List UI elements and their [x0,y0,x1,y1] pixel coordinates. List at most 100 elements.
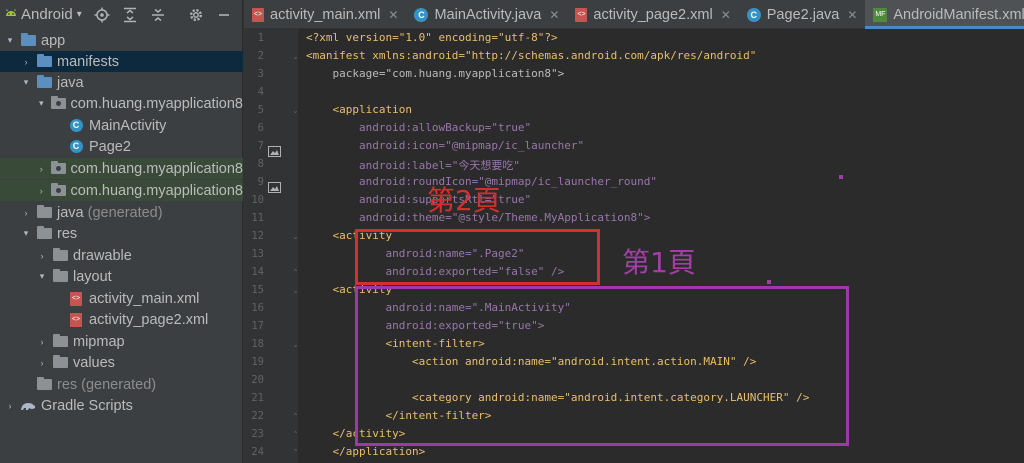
tree-item-manifests[interactable]: › manifests [0,51,243,72]
chevron-down-icon[interactable]: ▾ [36,271,48,282]
line-number-gutter[interactable]: 1 2 3 4 5 6 7 8 9 10 11 12 13 14 15 16 1… [244,29,300,463]
tab-mainactivity-java[interactable]: C MainActivity.java ✕ [406,0,567,29]
line-number: 11 [251,212,264,224]
fold-icon[interactable]: ⌃ [291,412,300,421]
package-icon [50,161,66,176]
gear-icon[interactable] [188,7,204,23]
chevron-right-icon[interactable]: › [20,208,32,218]
chevron-down-icon[interactable]: ▾ [20,228,32,239]
tree-item-label: java [57,74,84,91]
code-line[interactable]: android:label="今天想要吃" [306,157,520,173]
tree-item-label: Gradle Scripts [41,397,133,414]
tab-page2-java[interactable]: C Page2.java ✕ [739,0,866,29]
folder-icon [52,269,68,284]
image-icon[interactable] [268,178,282,193]
tree-item-package[interactable]: ▾ com.huang.myapplication8 [0,93,243,114]
tab-label: AndroidManifest.xml [893,6,1024,23]
tree-item-package-test[interactable]: › com.huang.myapplication8 [0,180,243,201]
chevron-right-icon[interactable]: › [20,57,32,67]
fold-icon[interactable]: ⌄ [291,340,300,349]
tree-item-mainactivity[interactable]: C MainActivity [0,115,243,136]
code-line[interactable]: android:icon="@mipmap/ic_launcher" [306,139,584,152]
line-number: 7 [257,140,264,152]
project-view-title: Android [21,6,73,23]
tree-item-suffix: (generated) [87,204,163,221]
code-editor[interactable]: 1 2 3 4 5 6 7 8 9 10 11 12 13 14 15 16 1… [244,29,1024,463]
chevron-down-icon[interactable]: ▾ [20,77,32,88]
code-line[interactable]: android:allowBackup="true" [306,121,531,134]
class-icon: C [68,140,84,154]
close-icon[interactable]: ✕ [549,8,559,22]
tree-item-label: drawable [73,247,132,264]
chevron-right-icon[interactable]: › [4,401,16,411]
fold-icon[interactable]: ⌄ [291,106,300,115]
chevron-right-icon[interactable]: › [36,337,48,347]
fold-icon[interactable]: ⌄ [291,286,300,295]
tree-item-label: com.huang.myapplication8 [70,160,244,177]
expand-all-icon[interactable] [122,7,138,23]
image-icon[interactable] [268,142,282,157]
close-icon[interactable]: ✕ [388,8,398,22]
line-number: 8 [257,158,264,170]
close-icon[interactable]: ✕ [847,8,857,22]
tree-item-values[interactable]: › values [0,352,243,373]
code-line[interactable]: <application [306,103,411,116]
line-number: 10 [251,194,264,206]
annotation-label-page1: 第1頁 [622,246,696,279]
tree-item-package-androidtest[interactable]: › com.huang.myapplication8 [0,158,243,179]
code-line[interactable]: package="com.huang.myapplication8"> [306,67,564,80]
tree-item-res[interactable]: ▾ res [0,223,243,244]
tree-item-app[interactable]: ▾ app [0,30,243,51]
fold-icon[interactable]: ⌃ [291,268,300,277]
line-number: 16 [251,302,264,314]
tree-item-label: com.huang.myapplication8 [70,95,244,112]
chevron-down-icon: ▾ [76,9,82,20]
tree-item-activity-page2-xml[interactable]: <> activity_page2.xml [0,309,243,330]
close-icon[interactable]: ✕ [721,8,731,22]
project-toolbar: Android ▾ [0,0,243,29]
tree-item-label: res [57,225,78,242]
chevron-right-icon[interactable]: › [36,251,48,261]
tree-item-gradle-scripts[interactable]: › Gradle Scripts [0,395,243,416]
chevron-down-icon[interactable]: ▾ [36,98,47,109]
collapse-all-icon[interactable] [150,7,166,23]
xml-file-icon: <> [575,7,588,22]
tree-item-label: Page2 [89,138,131,155]
line-number: 6 [257,122,264,134]
fold-icon[interactable]: ⌃ [291,448,300,457]
tree-item-java[interactable]: ▾ java [0,72,243,93]
tree-item-mipmap[interactable]: › mipmap [0,331,243,352]
generated-folder-icon [36,205,52,220]
code-line[interactable]: <manifest xmlns:android="http://schemas.… [306,49,756,62]
minimize-icon[interactable] [216,7,232,23]
tree-item-label: layout [73,268,112,285]
tree-item-activity-main-xml[interactable]: <> activity_main.xml [0,288,243,309]
tab-activity-main-xml[interactable]: <> activity_main.xml ✕ [244,0,406,29]
tree-item-layout[interactable]: ▾ layout [0,266,243,287]
tree-item-java-generated[interactable]: › java (generated) [0,202,243,223]
chevron-right-icon[interactable]: › [36,164,47,174]
tree-item-res-generated[interactable]: res (generated) [0,374,243,395]
tab-androidmanifest-xml[interactable]: MF AndroidManifest.xml ✕ [865,0,1024,29]
chevron-down-icon[interactable]: ▾ [4,35,16,46]
line-number: 23 [251,428,264,440]
locate-icon[interactable] [94,7,110,23]
chevron-right-icon[interactable]: › [36,358,48,368]
tree-item-label: values [73,354,115,371]
line-number: 15 [251,284,264,296]
code-line[interactable]: </application> [306,445,425,458]
package-icon [50,96,66,111]
project-view-selector[interactable]: Android ▾ [4,6,82,23]
tree-item-label: com.huang.myapplication8 [70,182,244,199]
code-line[interactable]: <?xml version="1.0" encoding="utf-8"?> [306,31,558,44]
tab-activity-page2-xml[interactable]: <> activity_page2.xml ✕ [567,0,738,29]
xml-file-icon: <> [252,7,264,22]
tree-item-page2[interactable]: C Page2 [0,136,243,157]
fold-icon[interactable]: ⌄ [291,52,300,61]
tree-item-drawable[interactable]: › drawable [0,245,243,266]
chevron-right-icon[interactable]: › [36,186,47,196]
line-number: 14 [251,266,264,278]
xml-file-icon: <> [68,312,84,327]
fold-icon[interactable]: ⌄ [291,232,300,241]
fold-icon[interactable]: ⌃ [291,430,300,439]
